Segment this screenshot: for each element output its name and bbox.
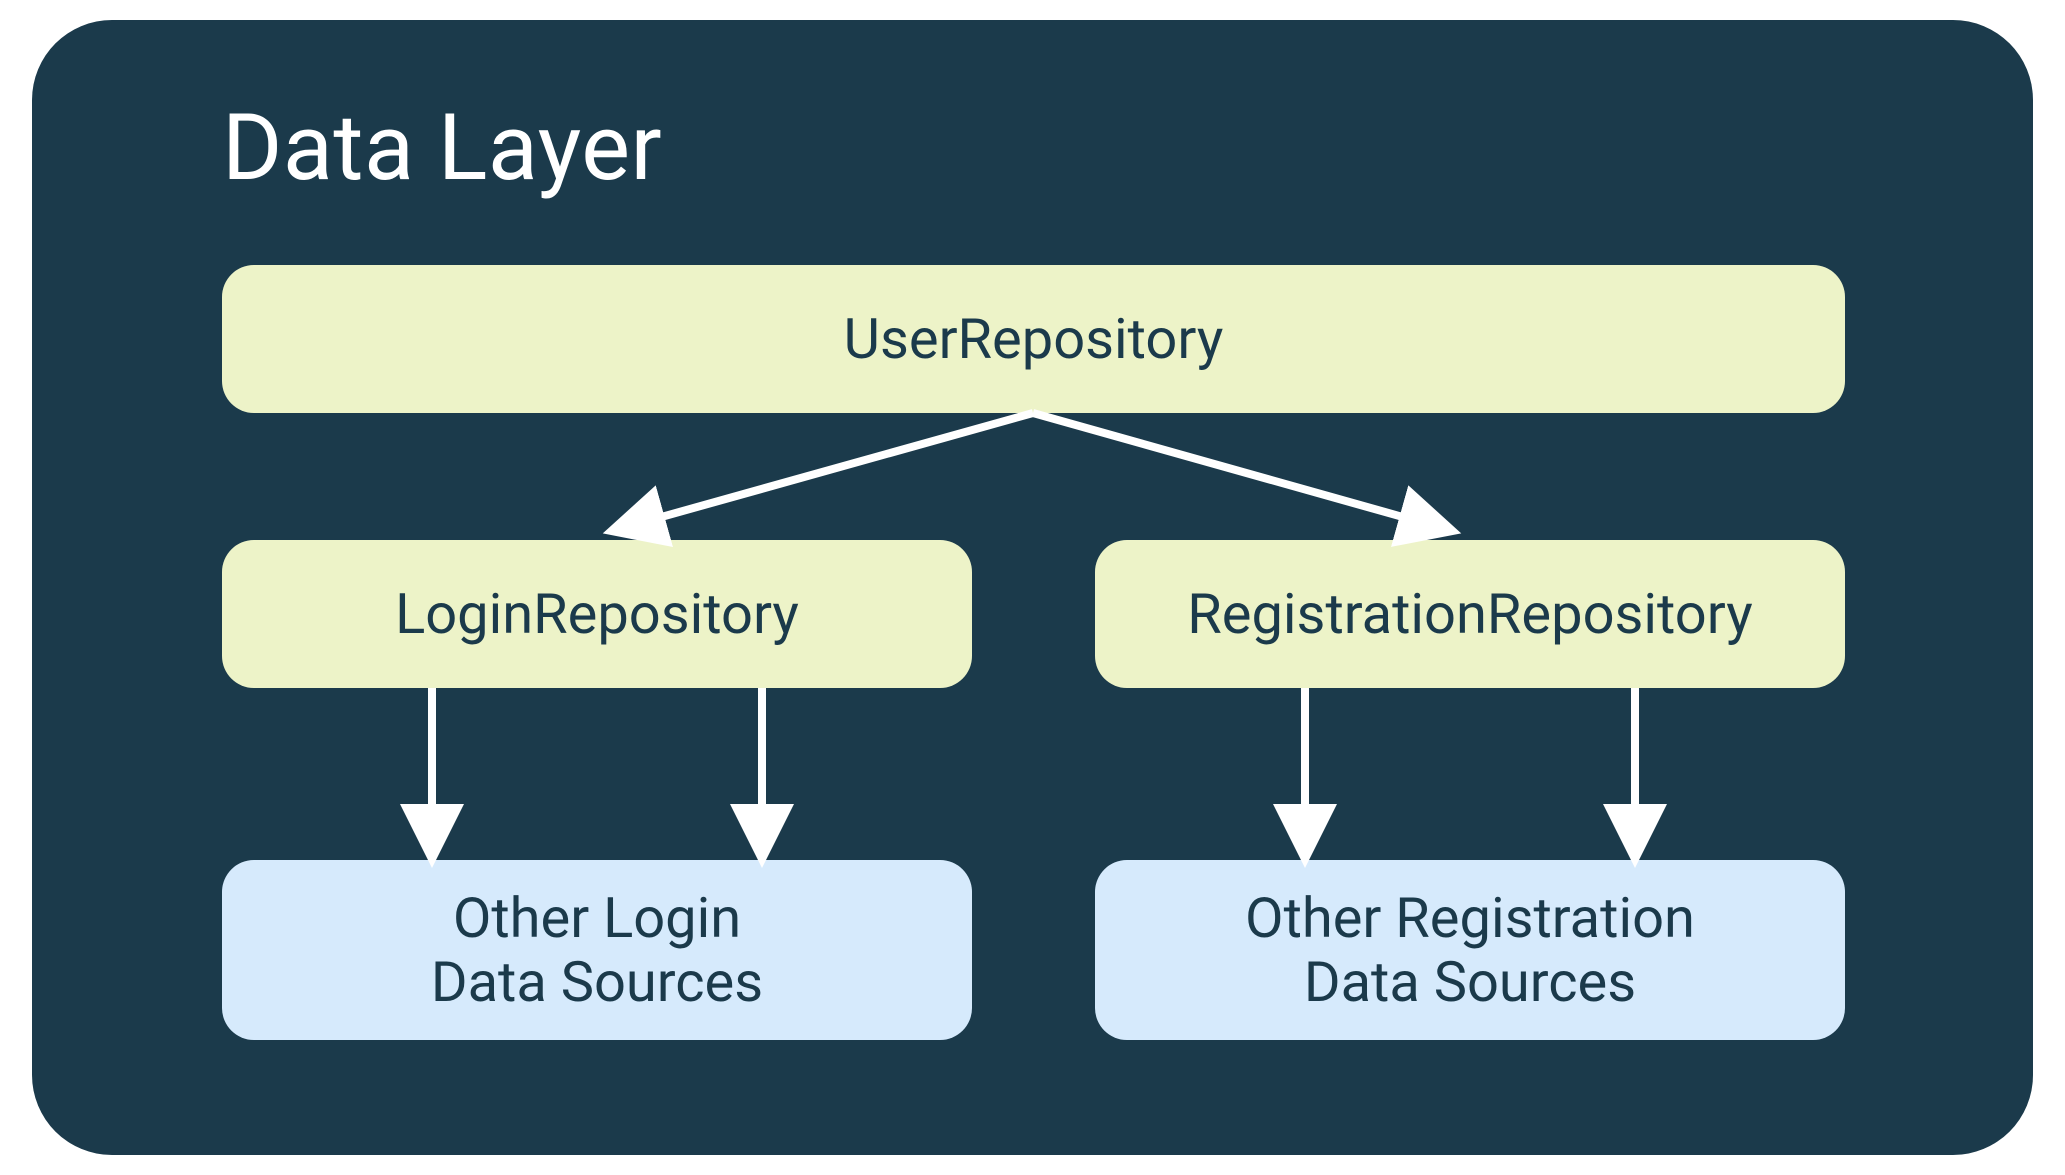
diagram-stage: Data Layer UserRepository LoginRepositor…: [0, 0, 2065, 1175]
node-label: Other LoginData Sources: [431, 886, 763, 1015]
arrow-user-to-registration: [1033, 413, 1442, 528]
data-layer-panel: Data Layer UserRepository LoginRepositor…: [32, 20, 2033, 1155]
node-login-data-sources: Other LoginData Sources: [222, 860, 972, 1040]
panel-title: Data Layer: [222, 95, 662, 202]
node-login-repository: LoginRepository: [222, 540, 972, 688]
node-label: UserRepository: [844, 307, 1224, 371]
node-label: LoginRepository: [395, 582, 799, 646]
node-registration-repository: RegistrationRepository: [1095, 540, 1845, 688]
node-registration-data-sources: Other RegistrationData Sources: [1095, 860, 1845, 1040]
node-label: Other RegistrationData Sources: [1245, 886, 1695, 1015]
arrow-user-to-login: [622, 413, 1033, 528]
node-user-repository: UserRepository: [222, 265, 1845, 413]
node-label: RegistrationRepository: [1187, 582, 1752, 646]
